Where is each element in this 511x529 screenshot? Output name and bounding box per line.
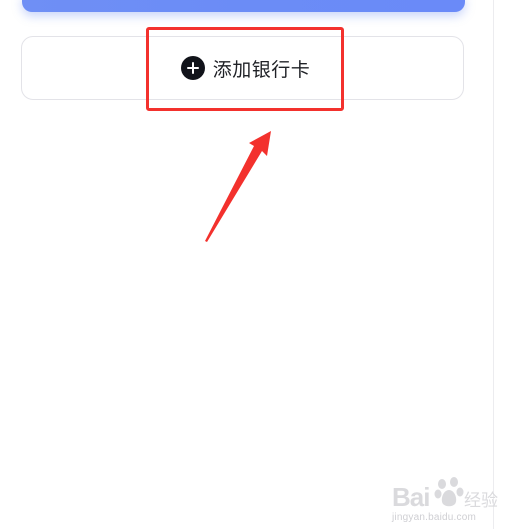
paw-icon: [434, 477, 464, 507]
baidu-jingyan-watermark: Bai 经验 jingyan.baidu.com: [392, 474, 502, 526]
add-bank-card-button[interactable]: 添加银行卡: [21, 36, 464, 100]
watermark-domain: jingyan.baidu.com: [392, 512, 477, 523]
watermark-brand-cn: 经验: [464, 491, 498, 511]
plus-circle-icon: [180, 56, 205, 80]
top-card-edge[interactable]: [22, 0, 465, 12]
watermark-brand: Bai: [392, 482, 430, 512]
add-bank-card-label: 添加银行卡: [212, 58, 311, 81]
page: 添加银行卡 Bai 经验 jingyan.baidu.com: [0, 0, 511, 529]
right-divider: [493, 0, 494, 529]
